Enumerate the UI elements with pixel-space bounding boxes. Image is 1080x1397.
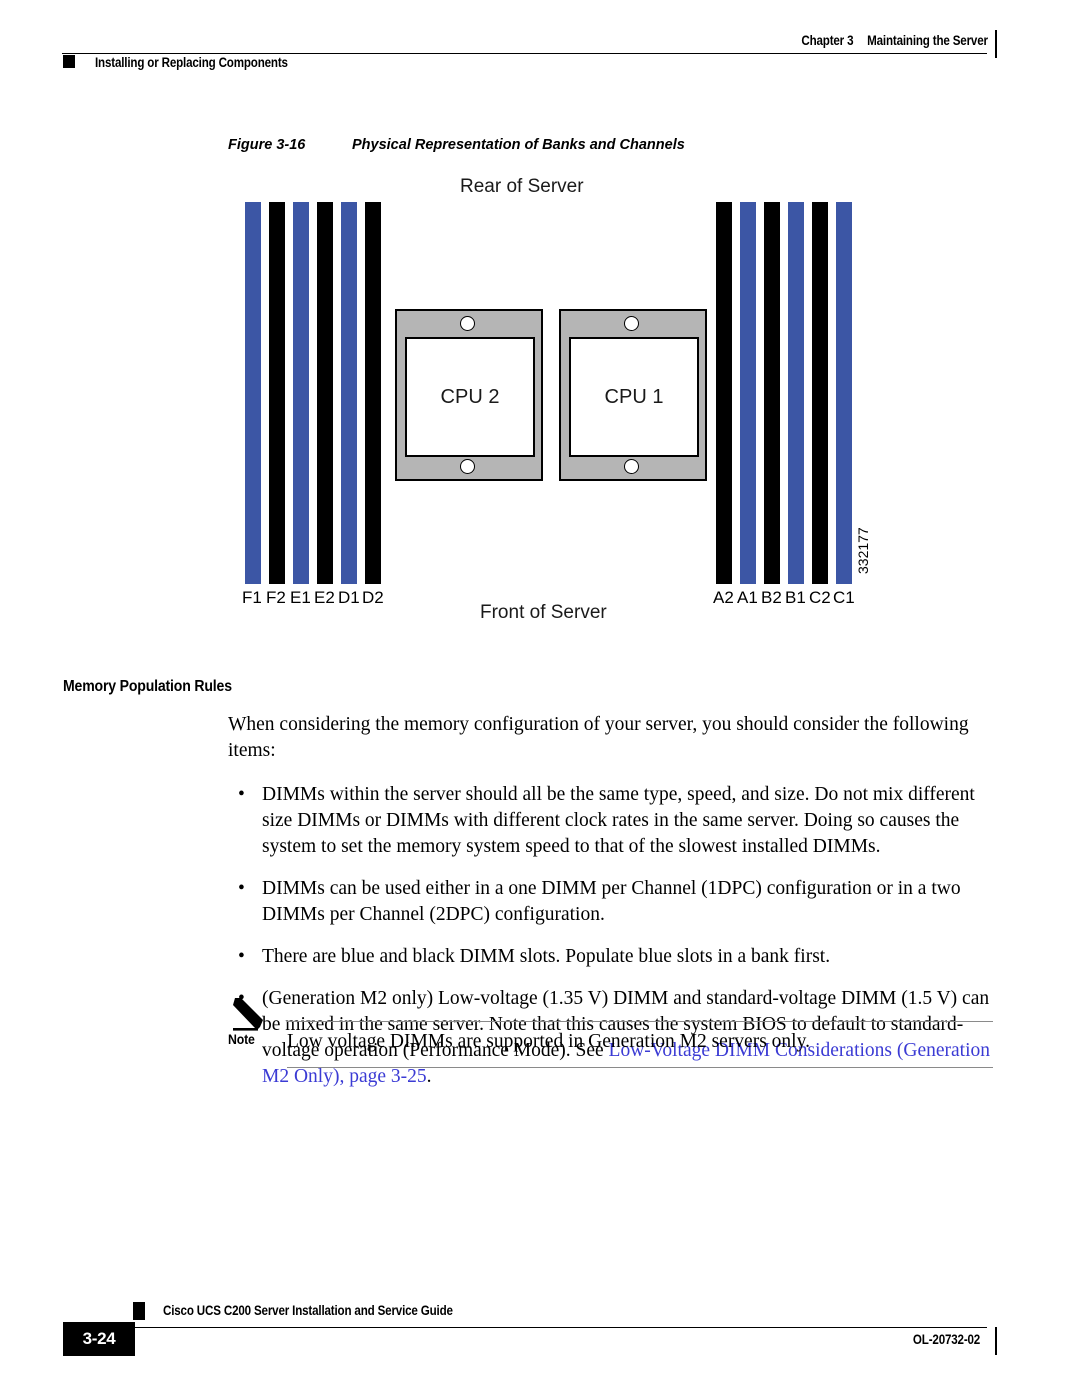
dimm-slot-b2 (764, 202, 780, 584)
dimm-slot-label-a1: A1 (737, 588, 758, 607)
dimm-slot-a2 (716, 202, 732, 584)
dimm-slot-label-d1: D1 (338, 588, 360, 607)
list-item: • DIMMs can be used either in a one DIMM… (228, 876, 993, 928)
dimm-slot-f1 (245, 202, 261, 584)
bullet-dot-icon: • (238, 946, 245, 967)
dimm-slot-d1 (341, 202, 357, 584)
note-text: Low voltage DIMMs are supported in Gener… (287, 1031, 810, 1052)
dimm-slot-label-c1: C1 (833, 588, 855, 607)
header-section-title: Installing or Replacing Components (95, 55, 288, 70)
dimm-slot-label-e2: E2 (314, 588, 335, 607)
dimm-slot-label-b1: B1 (785, 588, 806, 607)
footer-document-id: OL-20732-02 (912, 1332, 980, 1347)
dimm-slot-label-e1: E1 (290, 588, 311, 607)
note-rule-bottom (287, 1067, 993, 1068)
bullet-dot-icon: • (238, 784, 245, 805)
list-item-text: There are blue and black DIMM slots. Pop… (262, 946, 831, 967)
cpu-screw-hole-icon (460, 459, 475, 474)
header-rule (62, 53, 987, 54)
figure-rear-label: Rear of Server (460, 176, 584, 197)
list-item: • There are blue and black DIMM slots. P… (228, 944, 993, 970)
dimm-slot-f2 (269, 202, 285, 584)
footer-book-title: Cisco UCS C200 Server Installation and S… (163, 1303, 453, 1318)
figure-id-number: 332177 (855, 527, 871, 574)
dimm-slot-a1 (740, 202, 756, 584)
page-footer: Cisco UCS C200 Server Installation and S… (0, 1302, 1080, 1397)
note-label: Note (228, 1031, 255, 1047)
figure-front-label: Front of Server (480, 602, 607, 623)
footer-rule (92, 1327, 987, 1328)
figure-title: Physical Representation of Banks and Cha… (352, 137, 685, 153)
header-square-bullet-icon (63, 55, 75, 68)
dimm-slot-label-d2: D2 (362, 588, 384, 607)
cpu-screw-hole-icon (460, 316, 475, 331)
note-callout: Note Low voltage DIMMs are supported in … (228, 997, 993, 1072)
footer-square-bullet-icon (133, 1302, 145, 1320)
figure-banks-and-channels: Rear of Server Front of Server F1 F2 E1 E2 D… (0, 170, 1080, 640)
cpu-socket-2: CPU 2 (395, 309, 543, 481)
header-chapter-title: Maintaining the Server (867, 33, 988, 48)
dimm-slot-d2 (365, 202, 381, 584)
figure-caption: Figure 3-16 Physical Representation of Ba… (228, 137, 685, 153)
footer-page-number: 3-24 (63, 1322, 135, 1356)
header-chapter-number: Chapter 3 (801, 33, 854, 48)
page-section-heading: Memory Population Rules (63, 678, 232, 695)
dimm-slot-label-b2: B2 (761, 588, 782, 607)
pencil-icon (232, 997, 270, 1033)
cpu-2-label: CPU 2 (405, 337, 535, 457)
list-item-text: DIMMs can be used either in a one DIMM p… (262, 878, 961, 925)
list-item: • DIMMs within the server should all be … (228, 782, 993, 860)
dimm-slot-label-c2: C2 (809, 588, 831, 607)
bullet-dot-icon: • (238, 878, 245, 899)
dimm-slot-e1 (293, 202, 309, 584)
list-item-text: DIMMs within the server should all be th… (262, 784, 975, 857)
intro-paragraph: When considering the memory configuratio… (228, 714, 969, 761)
dimm-slot-e2 (317, 202, 333, 584)
footer-rule-end-tick (995, 1327, 997, 1355)
cpu-screw-hole-icon (624, 459, 639, 474)
cpu-1-label: CPU 1 (569, 337, 699, 457)
header-rule-end-tick (995, 30, 997, 58)
figure-number: Figure 3-16 (228, 137, 306, 153)
dimm-slot-label-a2: A2 (713, 588, 734, 607)
page-header: Chapter 3 Maintaining the Server Installi… (0, 0, 1080, 96)
dimm-slot-b1 (788, 202, 804, 584)
dimm-slot-label-f2: F2 (266, 588, 286, 607)
dimm-slot-label-f1: F1 (242, 588, 262, 607)
header-chapter: Chapter 3 Maintaining the Server (801, 33, 989, 48)
cpu-socket-1: CPU 1 (559, 309, 707, 481)
cpu-screw-hole-icon (624, 316, 639, 331)
dimm-slot-c2 (812, 202, 828, 584)
dimm-slot-c1 (836, 202, 852, 584)
note-rule-top (287, 1021, 993, 1022)
